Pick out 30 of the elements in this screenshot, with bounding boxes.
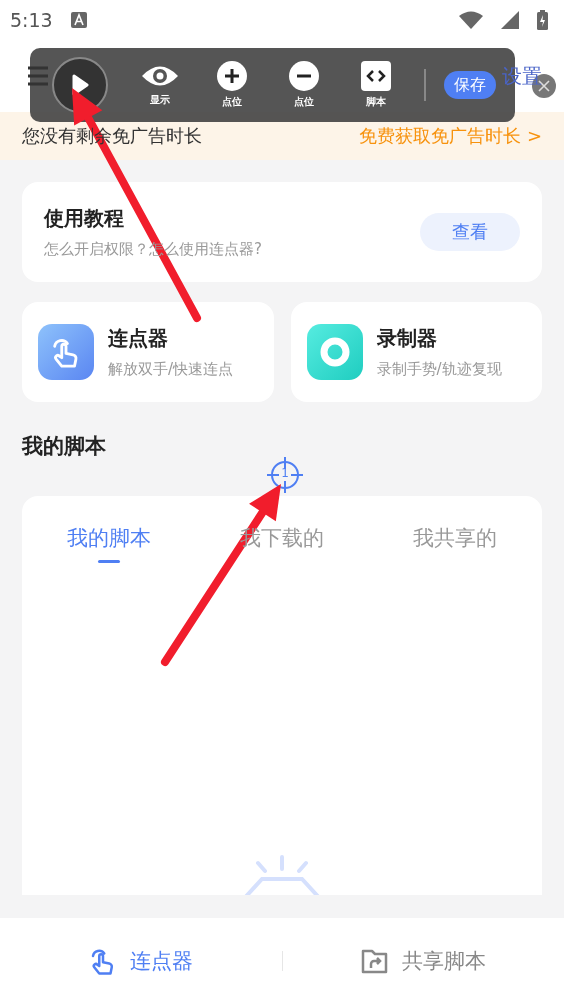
free-ad-time-link[interactable]: 免费获取免广告时长 > [359,124,542,148]
wifi-icon [459,11,483,29]
script-tab[interactable]: 我共享的 [403,524,508,563]
ring-icon [319,337,350,367]
bottom-nav-tab[interactable]: 连点器 [0,945,282,977]
menu-icon[interactable] [28,66,48,86]
battery-icon [537,10,548,30]
section-heading: 我的脚本 [22,433,107,460]
toolbar-tool[interactable]: 点位 [280,61,328,109]
toolbar-tool[interactable]: 点位 [208,61,256,109]
bottom-nav-tab[interactable]: 共享脚本 [282,946,564,976]
minus-icon [289,61,319,91]
feature-card[interactable]: 连点器 解放双手/快速连点 [22,302,274,402]
signal-icon [501,11,519,29]
plus-icon [217,61,247,91]
status-time: 5:13 [10,9,53,31]
card-title: 连点器 [108,325,169,352]
card-title: 录制器 [376,325,438,352]
keyboard-icon [70,12,87,28]
view-button[interactable]: 查看 [420,213,520,251]
crosshair-icon [265,455,305,495]
script-tab[interactable]: 我的脚本 [56,524,161,563]
save-button[interactable]: 保存 [444,71,496,99]
code-icon [361,61,391,91]
toolbar-tool[interactable]: 显示 [136,63,184,107]
card-subtitle: 录制手势/轨迹复现 [376,360,502,379]
card-subtitle: 解放双手/快速连点 [108,360,234,379]
card-title: 使用教程 [44,205,125,232]
toolbar-tool[interactable]: 脚本 [352,61,400,109]
feature-card[interactable]: 录制器 录制手势/轨迹复现 [290,302,542,402]
